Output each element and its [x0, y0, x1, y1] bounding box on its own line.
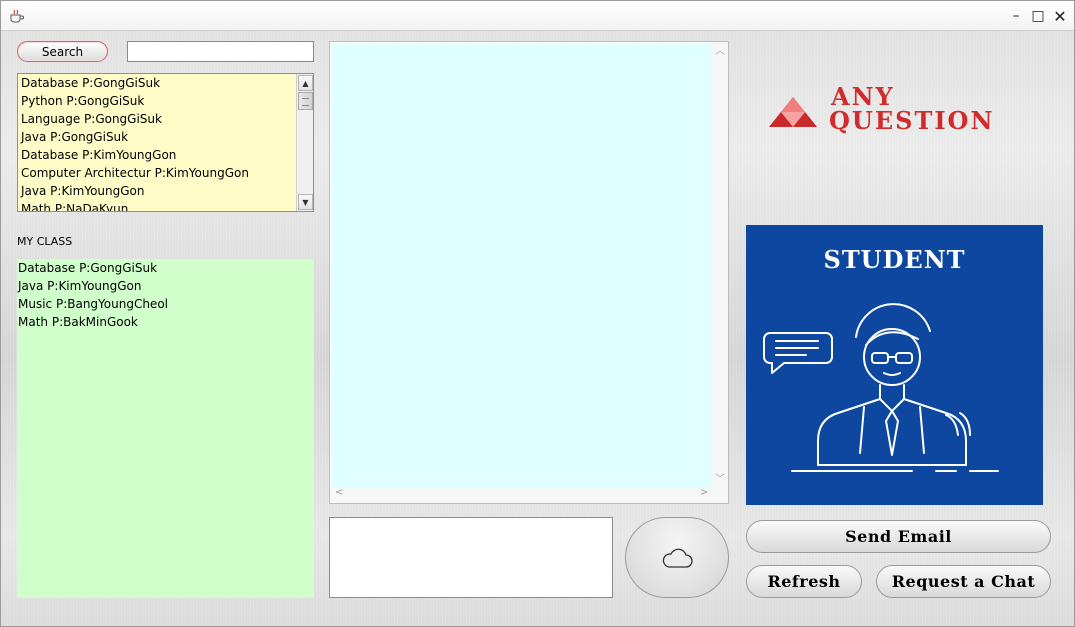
course-list-item[interactable]: Computer Architectur P:KimYoungGon [18, 164, 296, 182]
scroll-down-arrow-icon[interactable]: ▼ [298, 194, 313, 210]
chat-panel: ︿ ﹀ < > [329, 41, 729, 504]
chevron-right-icon[interactable]: > [700, 487, 708, 498]
course-list-item[interactable]: Database P:GongGiSuk [18, 74, 296, 92]
title-bar[interactable]: – □ ✕ [1, 1, 1074, 31]
chat-vertical-scrollbar[interactable]: ︿ ﹀ [712, 42, 728, 487]
maximize-button[interactable]: □ [1027, 7, 1049, 25]
course-list-item[interactable]: Java P:GongGiSuk [18, 128, 296, 146]
upload-button[interactable] [625, 517, 729, 598]
my-class-item[interactable]: Music P:BangYoungCheol [17, 295, 314, 313]
any-question-logo: ANY QUESTION [767, 85, 1037, 137]
chevron-down-icon[interactable]: ﹀ [715, 470, 725, 485]
student-chat-illustration [763, 303, 999, 472]
my-class-item[interactable]: Java P:KimYoungGon [17, 277, 314, 295]
course-list-item[interactable]: Python P:GongGiSuk [18, 92, 296, 110]
pyramid-logo-icon [769, 97, 817, 127]
chat-horizontal-scrollbar[interactable]: < > [330, 487, 728, 503]
chevron-left-icon[interactable]: < [335, 487, 343, 498]
my-class-label: MY CLASS [17, 235, 73, 248]
request-chat-button[interactable]: Request a Chat [876, 565, 1051, 598]
scroll-thumb[interactable] [298, 92, 313, 110]
chevron-up-icon[interactable]: ︿ [715, 42, 725, 57]
scroll-up-arrow-icon[interactable]: ▲ [298, 75, 313, 91]
search-input[interactable] [127, 41, 314, 62]
student-title: STUDENT [823, 245, 966, 274]
search-button[interactable]: Search [17, 41, 108, 62]
course-list-items: Database P:GongGiSuk Python P:GongGiSuk … [18, 74, 296, 211]
logo-text: ANY QUESTION [829, 85, 994, 133]
course-list-item[interactable]: Math P:NaDaKyun [18, 200, 296, 211]
close-button[interactable]: ✕ [1049, 7, 1071, 26]
app-window: – □ ✕ Search Database P:GongGiSuk Python… [0, 0, 1075, 627]
course-list-item[interactable]: Language P:GongGiSuk [18, 110, 296, 128]
main-content: Search Database P:GongGiSuk Python P:Gon… [1, 31, 1074, 626]
message-input[interactable] [329, 517, 613, 598]
send-email-button[interactable]: Send Email [746, 520, 1051, 553]
cloud-icon [662, 548, 693, 568]
course-list-scrollbar[interactable]: ▲ ▼ [296, 74, 313, 211]
course-list-item[interactable]: Java P:KimYoungGon [18, 182, 296, 200]
logo-line-2: QUESTION [829, 106, 995, 135]
my-class-item[interactable]: Math P:BakMinGook [17, 313, 314, 331]
my-class-item[interactable]: Database P:GongGiSuk [17, 259, 314, 277]
minimize-button[interactable]: – [1005, 7, 1027, 25]
student-card: STUDENT [746, 225, 1043, 505]
chat-display-area[interactable] [331, 43, 713, 487]
java-cup-icon [10, 9, 24, 23]
course-list-item[interactable]: Database P:KimYoungGon [18, 146, 296, 164]
course-list[interactable]: Database P:GongGiSuk Python P:GongGiSuk … [17, 73, 314, 212]
refresh-button[interactable]: Refresh [746, 565, 862, 598]
my-class-list[interactable]: Database P:GongGiSuk Java P:KimYoungGon … [17, 259, 314, 598]
